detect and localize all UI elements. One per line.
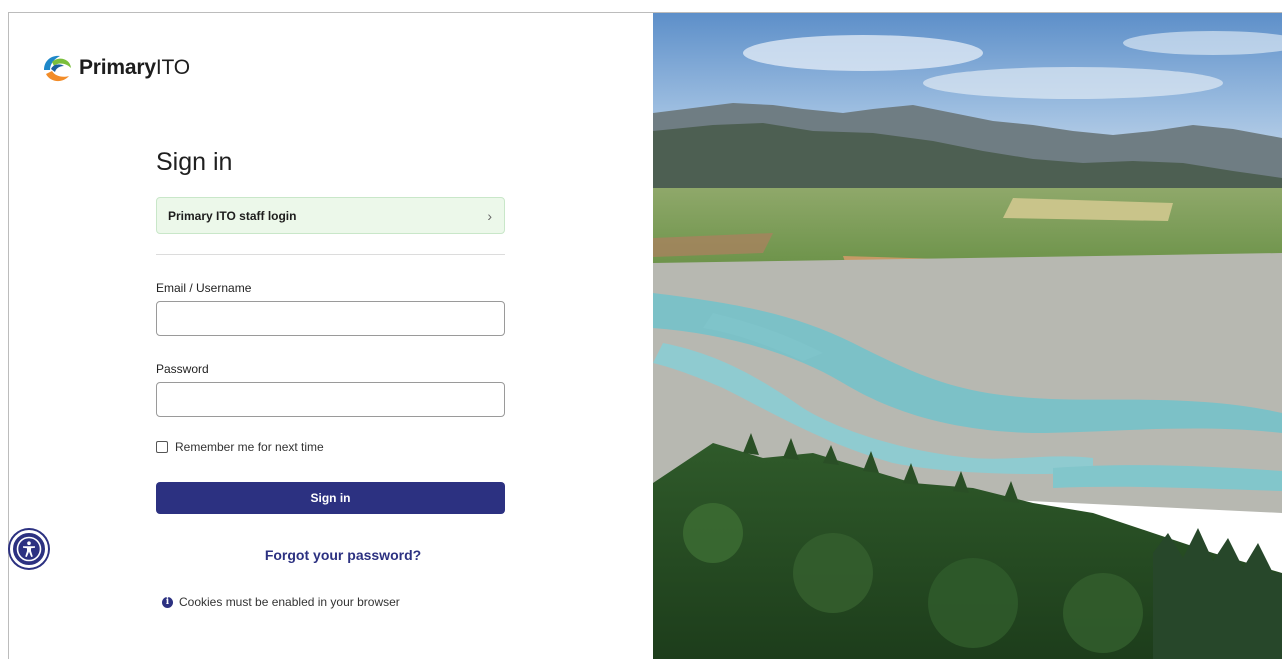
remember-me-label: Remember me for next time (175, 440, 324, 454)
hero-image (653, 13, 1282, 659)
remember-me[interactable]: Remember me for next time (156, 439, 505, 455)
staff-login-button[interactable]: Primary ITO staff login › (156, 197, 505, 234)
remember-me-checkbox[interactable] (156, 441, 168, 453)
landscape-photo (653, 13, 1282, 659)
divider (156, 254, 505, 255)
accessibility-button[interactable] (10, 530, 48, 568)
page-title: Sign in (156, 148, 233, 176)
signin-button[interactable]: Sign in (156, 482, 505, 514)
chevron-right-icon: › (487, 207, 492, 224)
cookies-notice-text: Cookies must be enabled in your browser (179, 595, 400, 609)
accessibility-icon (16, 536, 42, 562)
brand-name: PrimaryITO (79, 56, 190, 79)
brand-logo: PrimaryITO (40, 52, 190, 84)
staff-login-label: Primary ITO staff login (168, 208, 297, 223)
signin-form: Sign in Primary ITO staff login › Email … (156, 146, 505, 514)
email-label: Email / Username (156, 281, 252, 295)
info-icon: i (162, 596, 173, 608)
primary-ito-logo-icon (44, 55, 71, 82)
password-field[interactable] (156, 382, 505, 417)
cookies-notice: i Cookies must be enabled in your browse… (162, 595, 400, 609)
forgot-password-link[interactable]: Forgot your password? (156, 547, 505, 563)
email-field[interactable] (156, 301, 505, 336)
password-label: Password (156, 362, 209, 376)
